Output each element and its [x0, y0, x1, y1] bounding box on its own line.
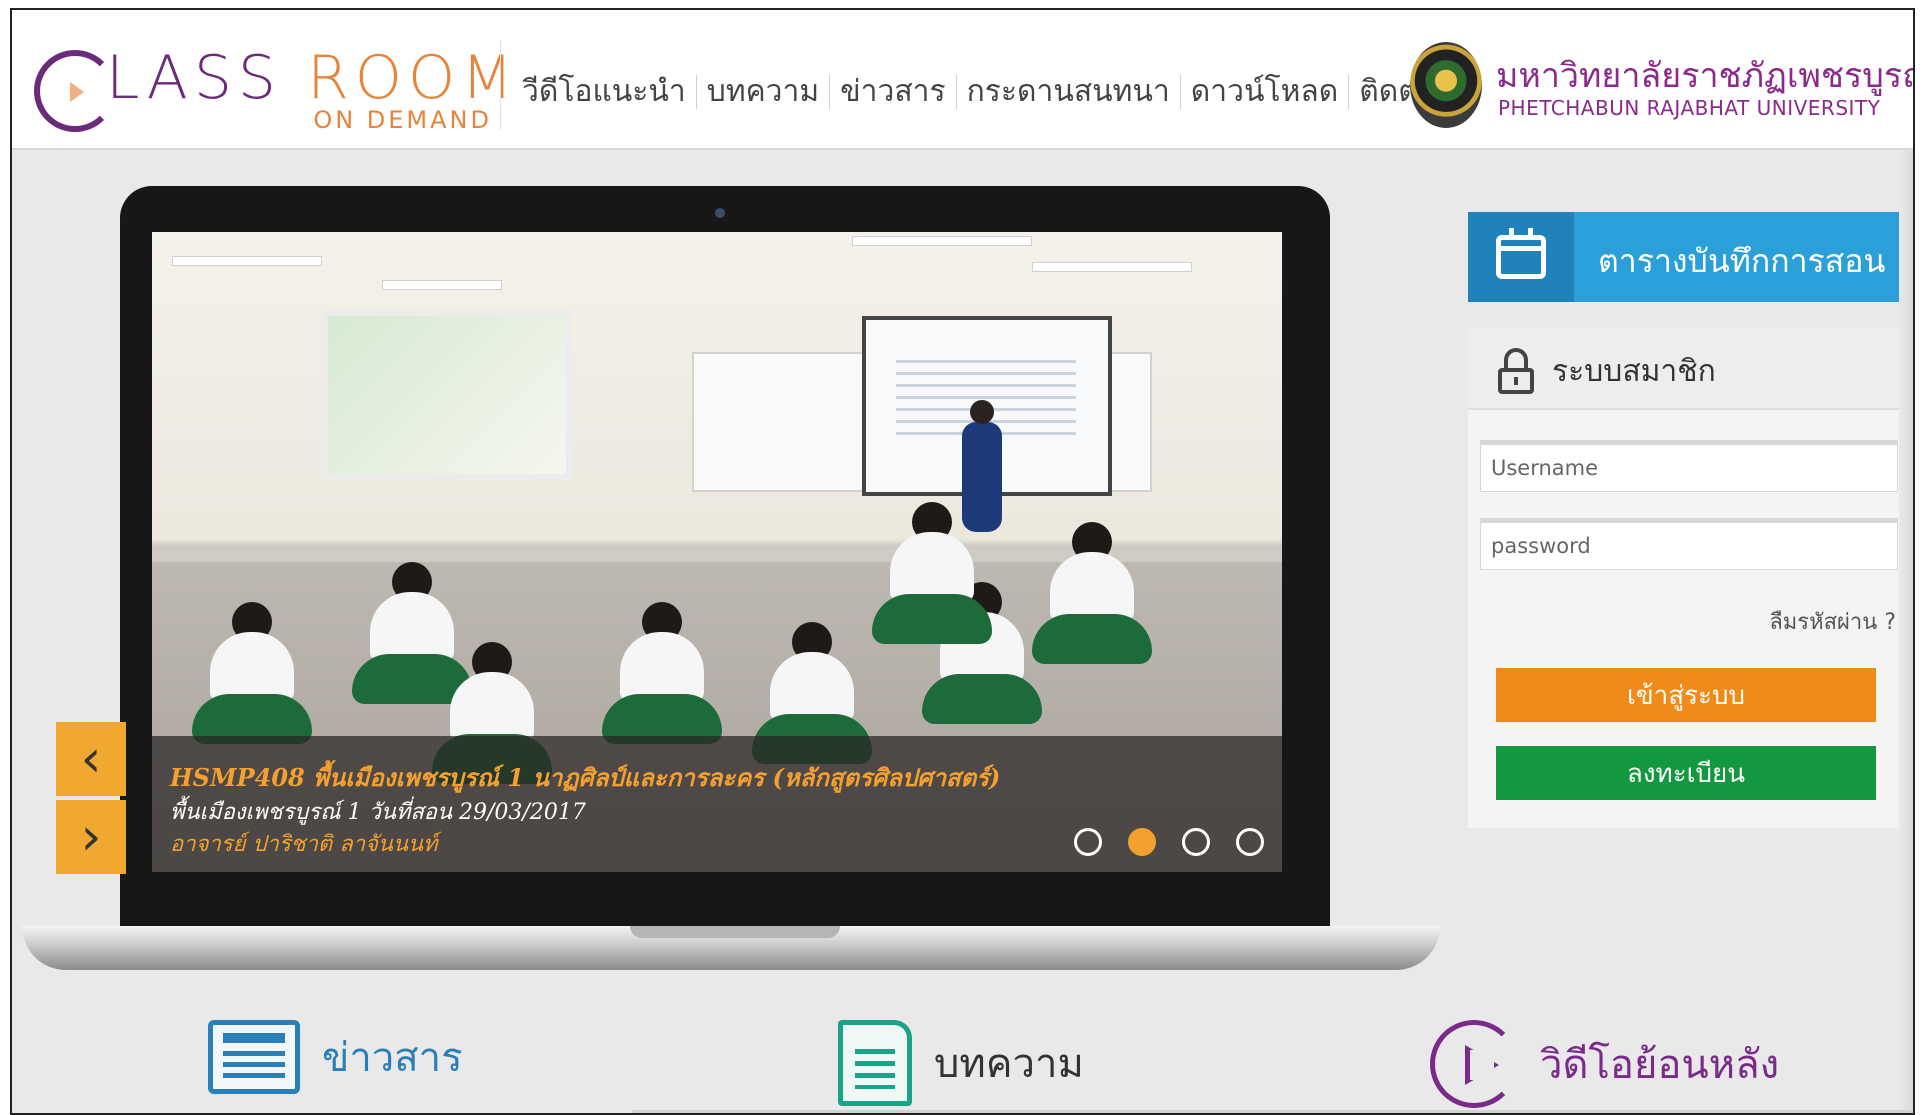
- member-panel-title: ระบบสมาชิก: [1552, 354, 1716, 389]
- logo-room: ROOM: [307, 43, 520, 113]
- student-figure: [602, 602, 722, 752]
- logo-play-icon: [70, 82, 84, 102]
- laptop-base: [22, 926, 1440, 970]
- member-panel-header: ระบบสมาชิก: [1468, 328, 1910, 410]
- page-edge-shadow: [1899, 150, 1913, 1110]
- student-figure: [1032, 522, 1152, 672]
- classroom-window: [322, 310, 572, 480]
- university-name-en: PHETCHABUN RAJABHAT UNIVERSITY: [1498, 96, 1881, 120]
- login-button[interactable]: เข้าสู่ระบบ: [1496, 668, 1876, 722]
- slide-prev-button[interactable]: ‹: [56, 722, 126, 796]
- university-name-th: มหาวิทยาลัยราชภัฏเพชรบูรณ์: [1496, 56, 1915, 96]
- feature-articles-label: บทความ: [934, 1041, 1084, 1087]
- logo-subtitle: ON DEMAND: [313, 106, 492, 134]
- slide-caption: HSMP408 พื้นเมืองเพชรบูรณ์ 1 นาฏศิลป์และ…: [152, 736, 1282, 872]
- university-seal-icon: [1410, 42, 1482, 128]
- nav-item-intro-video[interactable]: วีดีโอแนะนำ: [512, 68, 696, 115]
- slide-title[interactable]: HSMP408 พื้นเมืองเพชรบูรณ์ 1 นาฏศิลป์และ…: [170, 758, 1000, 797]
- header-divider: [500, 40, 501, 130]
- chevron-left-icon: ‹: [80, 729, 102, 789]
- member-login-panel: ระบบสมาชิก ลืมรหัสผ่าน ? เข้าสู่ระบบ ลงท…: [1468, 328, 1910, 828]
- teacher-figure: [962, 400, 1002, 532]
- features-divider: [632, 1110, 1913, 1113]
- slide-teacher: อาจารย์ ปาริชาติ ลาจันนนท์: [170, 832, 438, 857]
- newspaper-icon: [208, 1020, 300, 1094]
- classroom-logo[interactable]: LASS ROOM ON DEMAND: [34, 42, 513, 142]
- slide-image[interactable]: HSMP408 พื้นเมืองเพชรบูรณ์ 1 นาฏศิลป์และ…: [152, 232, 1282, 872]
- slide-subtitle: พื้นเมืองเพชรบูรณ์ 1 วันที่สอน 29/03/201…: [170, 800, 586, 825]
- feature-news-label: ข่าวสาร: [322, 1035, 463, 1081]
- slide-dot-4[interactable]: [1236, 828, 1264, 856]
- laptop-camera: [715, 208, 725, 218]
- nav-item-articles[interactable]: บทความ: [697, 68, 829, 115]
- ceiling-light: [852, 236, 1032, 246]
- university-brand[interactable]: มหาวิทยาลัยราชภัฏเพชรบูรณ์ PHETCHABUN RA…: [1410, 40, 1913, 135]
- schedule-label: ตารางบันทึกการสอน: [1598, 242, 1886, 280]
- forgot-password-link[interactable]: ลืมรหัสผ่าน ?: [1769, 604, 1896, 639]
- logo-wordmark: LASS ROOM: [106, 46, 519, 110]
- feature-links: ข่าวสาร บทความ วิดีโอย้อนหลัง: [12, 1000, 1913, 1113]
- username-input[interactable]: [1480, 440, 1898, 492]
- calendar-icon: [1496, 228, 1546, 279]
- ceiling-light: [172, 256, 322, 266]
- nav-item-download[interactable]: ดาวน์โหลด: [1181, 68, 1348, 115]
- slide-next-button[interactable]: ›: [56, 800, 126, 874]
- site-header: LASS ROOM ON DEMAND วีดีโอแนะนำ บทความ ข…: [12, 10, 1913, 150]
- slide-dot-2[interactable]: [1128, 828, 1156, 856]
- document-icon: [838, 1020, 912, 1106]
- laptop-frame: HSMP408 พื้นเมืองเพชรบูรณ์ 1 นาฏศิลป์และ…: [120, 186, 1330, 926]
- logo-lass: LASS: [106, 43, 283, 113]
- feature-videos-link[interactable]: วิดีโอย้อนหลัง: [1430, 1020, 1779, 1108]
- teaching-schedule-button[interactable]: ตารางบันทึกการสอน: [1468, 212, 1910, 302]
- feature-videos-label: วิดีโอย้อนหลัง: [1540, 1042, 1780, 1088]
- student-figure: [872, 502, 992, 652]
- register-button[interactable]: ลงทะเบียน: [1496, 746, 1876, 800]
- chevron-right-icon: ›: [80, 807, 102, 867]
- ceiling-light: [1032, 262, 1192, 272]
- page-frame: LASS ROOM ON DEMAND วีดีโอแนะนำ บทความ ข…: [10, 8, 1915, 1115]
- laptop-notch: [630, 926, 840, 938]
- play-circle-icon: [1430, 1020, 1518, 1108]
- main-nav: วีดีโอแนะนำ บทความ ข่าวสาร กระดานสนทนา ด…: [512, 68, 1489, 115]
- schedule-icon-box: [1468, 212, 1574, 302]
- slide-dot-1[interactable]: [1074, 828, 1102, 856]
- password-input[interactable]: [1480, 518, 1898, 570]
- slide-pagination: [1074, 828, 1264, 856]
- feature-news-link[interactable]: ข่าวสาร: [208, 1020, 463, 1094]
- slide-dot-3[interactable]: [1182, 828, 1210, 856]
- student-figure: [192, 602, 312, 752]
- feature-articles-link[interactable]: บทความ: [838, 1020, 1084, 1106]
- lock-icon: [1496, 348, 1536, 394]
- ceiling-light: [382, 280, 502, 290]
- nav-item-forum[interactable]: กระดานสนทนา: [957, 68, 1180, 115]
- nav-item-news[interactable]: ข่าวสาร: [830, 68, 955, 115]
